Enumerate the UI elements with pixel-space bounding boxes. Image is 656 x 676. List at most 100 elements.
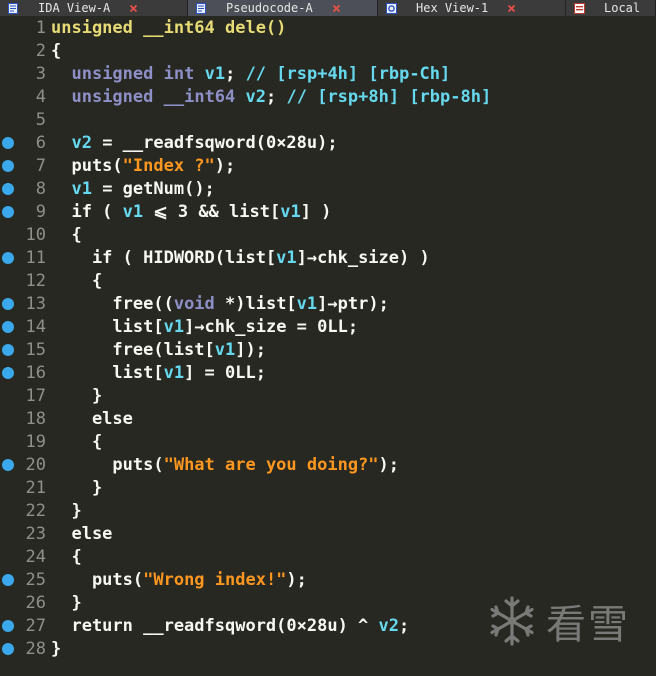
code-text: else — [51, 409, 133, 429]
ida-view-icon — [8, 2, 18, 14]
code-line[interactable]: 8 v1 = getNum(); — [0, 178, 656, 201]
code-text: free(list[v1]); — [51, 340, 266, 360]
line-number: 22 — [25, 501, 46, 521]
line-number: 24 — [25, 547, 46, 567]
breakpoint-marker-icon[interactable] — [2, 367, 14, 379]
code-line[interactable]: 7 puts("Index ?"); — [0, 155, 656, 178]
code-line[interactable]: 3 unsigned int v1; // [rsp+4h] [rbp-Ch] — [0, 63, 656, 86]
line-number: 4 — [35, 87, 46, 107]
code-text: unsigned int v1; // [rsp+4h] [rbp-Ch] — [71, 64, 451, 84]
line-gutter[interactable]: 17 — [0, 385, 48, 408]
code-line[interactable]: 16 list[v1] = 0LL; — [0, 362, 656, 385]
code-line[interactable]: 24 { — [0, 546, 656, 569]
tab-bar: IDA View-A Pseudocode-A Hex View-1 Local — [0, 0, 656, 16]
line-gutter[interactable]: 6 — [0, 132, 48, 155]
line-gutter[interactable]: 19 — [0, 431, 48, 454]
tab-hex-view-1[interactable]: Hex View-1 — [378, 0, 566, 16]
line-gutter[interactable]: 24 — [0, 546, 48, 569]
line-gutter[interactable]: 27 — [0, 615, 48, 638]
breakpoint-marker-icon[interactable] — [2, 321, 14, 333]
breakpoint-marker-icon[interactable] — [2, 252, 14, 264]
code-line[interactable]: 21 } — [0, 477, 656, 500]
code-line[interactable]: 20 puts("What are you doing?"); — [0, 454, 656, 477]
breakpoint-marker-icon[interactable] — [2, 160, 14, 172]
line-number: 5 — [35, 110, 46, 130]
code-line[interactable]: 18 else — [0, 408, 656, 431]
line-gutter[interactable]: 18 — [0, 408, 48, 431]
line-gutter[interactable]: 9 — [0, 201, 48, 224]
tab-label: Pseudocode-A — [226, 1, 313, 15]
line-gutter[interactable]: 5 — [0, 109, 48, 132]
code-line[interactable]: 9 if ( v1 ⩽ 3 && list[v1] ) — [0, 201, 656, 224]
line-gutter[interactable]: 11 — [0, 247, 48, 270]
code-line[interactable]: 22 } — [0, 500, 656, 523]
tab-ida-view-a[interactable]: IDA View-A — [0, 0, 188, 16]
close-tab-icon[interactable] — [128, 3, 139, 14]
line-gutter[interactable]: 13 — [0, 293, 48, 316]
line-gutter[interactable]: 28 — [0, 638, 48, 661]
breakpoint-marker-icon[interactable] — [2, 344, 14, 356]
breakpoint-marker-icon[interactable] — [2, 137, 14, 149]
line-gutter[interactable]: 14 — [0, 316, 48, 339]
code-text: { — [51, 41, 62, 61]
line-gutter[interactable]: 8 — [0, 178, 48, 201]
line-gutter[interactable]: 12 — [0, 270, 48, 293]
line-number: 9 — [35, 202, 46, 222]
code-line[interactable]: 17 } — [0, 385, 656, 408]
line-gutter[interactable]: 7 — [0, 155, 48, 178]
line-gutter[interactable]: 10 — [0, 224, 48, 247]
code-text: } — [51, 593, 82, 613]
line-gutter[interactable]: 25 — [0, 569, 48, 592]
breakpoint-marker-icon[interactable] — [2, 206, 14, 218]
line-gutter[interactable]: 22 — [0, 500, 48, 523]
code-line[interactable]: 25 puts("Wrong index!"); — [0, 569, 656, 592]
line-gutter[interactable]: 2 — [0, 40, 48, 63]
code-line[interactable]: 6 v2 = __readfsqword(0×28u); — [0, 132, 656, 155]
tab-local[interactable]: Local — [566, 0, 656, 16]
pseudocode-editor[interactable]: 1 unsigned __int64 dele() 2{3 unsigned int… — [0, 16, 656, 676]
line-gutter[interactable]: 20 — [0, 454, 48, 477]
code-line[interactable]: 23 else — [0, 523, 656, 546]
breakpoint-marker-icon[interactable] — [2, 298, 14, 310]
code-text: list[v1] = 0LL; — [51, 363, 266, 383]
line-gutter[interactable]: 15 — [0, 339, 48, 362]
code-text: puts("What are you doing?"); — [51, 455, 400, 475]
line-number: 16 — [25, 363, 46, 383]
line-gutter[interactable]: 3 — [0, 63, 48, 86]
line-gutter[interactable]: 23 — [0, 523, 48, 546]
line-number: 8 — [35, 179, 46, 199]
breakpoint-marker-icon[interactable] — [2, 620, 14, 632]
close-tab-icon[interactable] — [506, 3, 517, 14]
code-line[interactable]: 19 { — [0, 431, 656, 454]
code-line[interactable]: 11 if ( HIDWORD(list[v1]→chk_size) ) — [0, 247, 656, 270]
line-gutter[interactable]: 16 — [0, 362, 48, 385]
code-line[interactable]: 14 list[v1]→chk_size = 0LL; — [0, 316, 656, 339]
tab-pseudocode-a[interactable]: Pseudocode-A — [188, 0, 378, 16]
code-line[interactable]: 13 free((void *)list[v1]→ptr); — [0, 293, 656, 316]
code-line[interactable]: 4 unsigned __int64 v2; // [rsp+8h] [rbp-… — [0, 86, 656, 109]
line-number: 14 — [25, 317, 46, 337]
close-tab-icon[interactable] — [331, 3, 342, 14]
code-line[interactable]: 5 — [0, 109, 656, 132]
code-text: { — [51, 271, 103, 291]
line-number: 23 — [25, 524, 46, 544]
line-gutter[interactable]: 1 — [0, 17, 48, 40]
code-line[interactable]: 15 free(list[v1]); — [0, 339, 656, 362]
breakpoint-marker-icon[interactable] — [2, 183, 14, 195]
code-line[interactable]: 10 { — [0, 224, 656, 247]
line-gutter[interactable]: 26 — [0, 592, 48, 615]
code-text: if ( v1 ⩽ 3 && list[v1] ) — [51, 202, 332, 222]
line-gutter[interactable]: 21 — [0, 477, 48, 500]
breakpoint-marker-icon[interactable] — [2, 574, 14, 586]
code-line[interactable]: 12 { — [0, 270, 656, 293]
code-line[interactable]: 2{ — [0, 40, 656, 63]
local-types-icon — [574, 2, 585, 14]
tab-label: Hex View-1 — [416, 1, 489, 15]
line-number: 13 — [25, 294, 46, 314]
line-number: 6 — [35, 133, 46, 153]
breakpoint-marker-icon[interactable] — [2, 643, 14, 655]
line-gutter[interactable]: 4 — [0, 86, 48, 109]
breakpoint-marker-icon[interactable] — [2, 459, 14, 471]
code-text: puts("Index ?"); — [51, 156, 236, 176]
code-line[interactable]: 1 unsigned __int64 dele() — [0, 17, 656, 40]
